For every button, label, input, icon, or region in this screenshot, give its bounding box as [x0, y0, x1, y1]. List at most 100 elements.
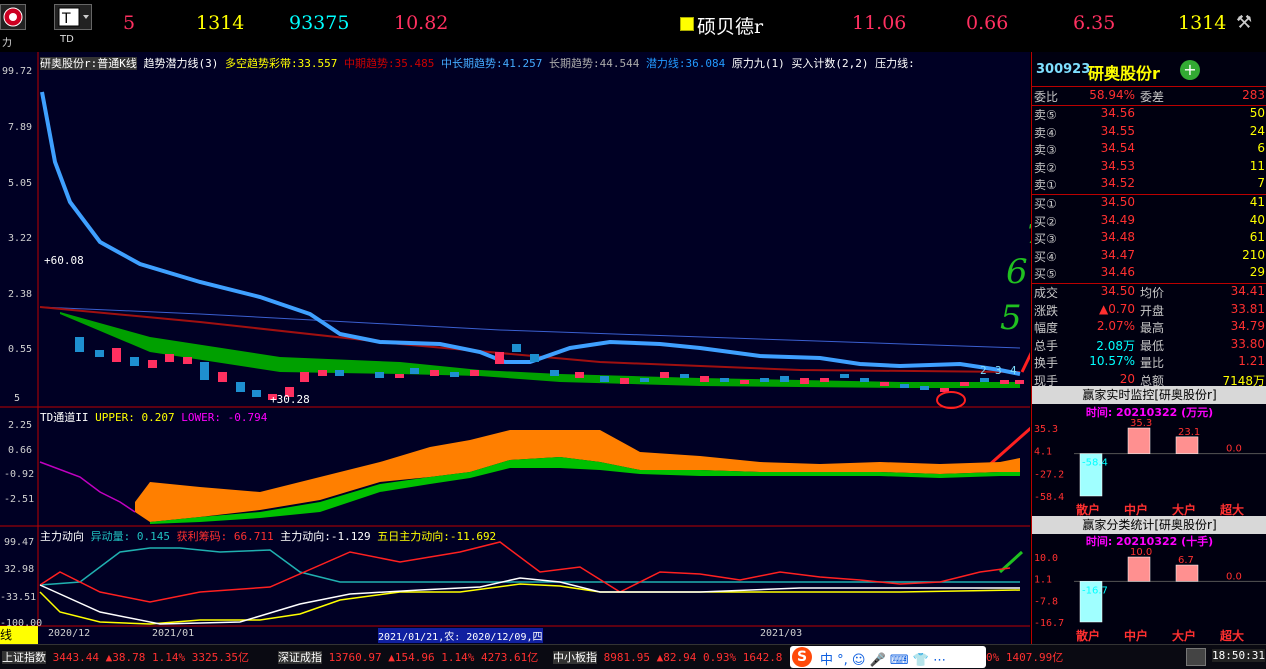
count-label: 3	[995, 364, 1002, 377]
ticker-value: 11.06	[852, 12, 907, 34]
monitor-bar-value: 23.1	[1178, 427, 1200, 438]
monitor-category: 大户	[1172, 502, 1196, 517]
level-volume: 24	[1249, 123, 1265, 138]
bid-row[interactable]: 买② 34.49 40	[1032, 213, 1266, 231]
mf-axis-label: -33.51	[0, 592, 37, 603]
indicator-label[interactable]: 趋势潜力线(3)	[144, 57, 219, 70]
stat-value: 1.21	[1238, 354, 1265, 369]
index-item[interactable]: 中小板指 8981.95 ▲82.94 0.93% 1642.8	[553, 649, 782, 665]
candlestick	[512, 344, 521, 352]
candlestick	[620, 378, 629, 384]
chart-area[interactable]: 研奥股份r:普通K线 趋势潜力线(3) 多空趋势彩带:33.557 中期趋势:3…	[0, 52, 1043, 644]
index-value: 3443.44 ▲38.78 1.14% 3325.35亿	[52, 651, 250, 664]
stat-value: 34.50	[1100, 284, 1135, 298]
level-volume: 29	[1249, 265, 1265, 280]
quote-ticker-bar: 力 T TD 5 1314 93375 10.82 硕贝德r 11.06 0.6…	[0, 0, 1266, 52]
indicator-label[interactable]: 原力九(1)	[732, 57, 785, 70]
candlestick	[252, 390, 261, 397]
monitor-category: 超大	[1219, 502, 1244, 517]
chart-type-corner[interactable]: 线	[0, 626, 38, 644]
network-icon[interactable]	[1186, 648, 1206, 666]
monitor-axis-label: -27.2	[1034, 469, 1064, 480]
monitor1-title[interactable]: 赢家实时监控[研奥股份r]	[1032, 386, 1266, 404]
main-axis-label: 5.05	[8, 178, 33, 189]
candlestick	[550, 370, 559, 376]
mf-name[interactable]: 主力动向	[40, 530, 84, 543]
bid-row[interactable]: 买① 34.50 41	[1032, 195, 1266, 213]
power-tool-button[interactable]	[0, 4, 26, 30]
mf-d: 五日主力动向:-11.692	[377, 530, 497, 543]
level-label: 买④	[1034, 249, 1057, 264]
ime-toolbar[interactable]: S 中 °, ☺ 🎤 ⌨ 👕 ⋯	[790, 646, 986, 668]
level-volume: 210	[1242, 247, 1265, 262]
level-price: 34.46	[1100, 265, 1135, 280]
monitor-bar-value: -58.4	[1082, 458, 1108, 469]
wb-value: 58.94%	[1089, 88, 1135, 102]
monitor-axis-label: 4.1	[1034, 447, 1052, 458]
candlestick	[575, 372, 584, 378]
level-label: 买③	[1034, 232, 1057, 247]
index-value: 8981.95 ▲82.94 0.93% 1642.8	[603, 651, 783, 664]
count-label: 4	[1010, 364, 1017, 377]
ask-row[interactable]: 卖② 34.53 11	[1032, 159, 1266, 177]
monitor-category: 大户	[1172, 628, 1196, 643]
level-label: 卖④	[1034, 125, 1057, 140]
index-item[interactable]: 上证指数 3443.44 ▲38.78 1.14% 3325.35亿	[2, 649, 249, 665]
handwritten-5: 5	[1000, 298, 1022, 338]
indicator-label: 长期趋势:44.544	[548, 57, 640, 70]
level-label: 买①	[1034, 197, 1057, 211]
main-axis-label: 5	[14, 393, 21, 404]
index-value: 13760.97 ▲154.96 1.14% 4273.61亿	[328, 651, 539, 664]
ask-row[interactable]: 卖⑤ 34.56 50	[1032, 106, 1266, 124]
monitor-category: 超大	[1219, 628, 1244, 643]
ime-tools[interactable]: 中 °, ☺ 🎤 ⌨ 👕 ⋯	[820, 649, 946, 668]
add-favorite-icon[interactable]: +	[1180, 60, 1200, 80]
order-ratio-row: 委比 58.94% 委差 283	[1032, 88, 1266, 106]
sogou-ime-icon[interactable]: S	[792, 647, 812, 667]
stat-label: 量比	[1140, 356, 1165, 371]
candlestick	[430, 370, 439, 376]
ask-row[interactable]: 卖③ 34.54 6	[1032, 141, 1266, 159]
ticker-value: 1314	[196, 12, 245, 34]
monitor-category: 散户	[1076, 502, 1100, 517]
monitor-category: 中户	[1124, 628, 1148, 643]
stat-row: 涨跌 ▲0.70 开盘 33.81	[1032, 302, 1266, 320]
stat-value: 10.57%	[1089, 354, 1135, 369]
stat-label: 幅度	[1034, 321, 1059, 336]
level-label: 卖⑤	[1034, 108, 1057, 122]
bid-row[interactable]: 买④ 34.47 210	[1032, 248, 1266, 266]
ask-row[interactable]: 卖① 34.52 7	[1032, 176, 1266, 194]
low-marker-label: +30.28	[270, 393, 310, 406]
index-item[interactable]: 深证成指 13760.97 ▲154.96 1.14% 4273.61亿	[278, 649, 538, 665]
stat-label: 总手	[1034, 338, 1059, 353]
stat-value: 34.41	[1230, 284, 1265, 298]
tools-icon[interactable]: ⚒	[1236, 12, 1252, 33]
handwritten-6: 6	[1006, 252, 1028, 292]
candlestick	[218, 372, 227, 382]
level-volume: 6	[1257, 141, 1265, 156]
indicator-label[interactable]: 买入计数(2,2)	[791, 57, 868, 70]
chart-canvas[interactable]	[0, 52, 1030, 644]
ask-row[interactable]: 卖④ 34.55 24	[1032, 124, 1266, 142]
bid-row[interactable]: 买⑤ 34.46 29	[1032, 265, 1266, 283]
td-name[interactable]: TD通道II	[40, 411, 89, 424]
stat-label: 换手	[1034, 356, 1059, 371]
td-tool-button[interactable]: T	[54, 4, 92, 30]
monitor2-title[interactable]: 赢家分类统计[研奥股份r]	[1032, 516, 1266, 534]
monitor-bar	[1127, 427, 1151, 454]
wb-label: 委比	[1034, 90, 1059, 104]
monitor-axis-label: 10.0	[1034, 553, 1058, 564]
bid-row[interactable]: 买③ 34.48 61	[1032, 230, 1266, 248]
cursor-date-label: 2021/01/21,农: 2020/12/09,四	[378, 628, 543, 643]
wc-value: 283	[1242, 88, 1265, 102]
candlestick	[395, 374, 404, 378]
stat-value: 2.08万	[1096, 338, 1135, 353]
stat-label: 均价	[1140, 286, 1165, 300]
level-volume: 41	[1249, 195, 1265, 209]
candlestick	[236, 382, 245, 392]
candlestick	[780, 376, 789, 382]
ticker-stock-name[interactable]: 硕贝德r	[697, 12, 763, 39]
candlestick	[200, 362, 209, 380]
main-chart-stock-label[interactable]: 研奥股份r:普通K线	[40, 57, 137, 70]
level-price: 34.55	[1100, 123, 1135, 138]
